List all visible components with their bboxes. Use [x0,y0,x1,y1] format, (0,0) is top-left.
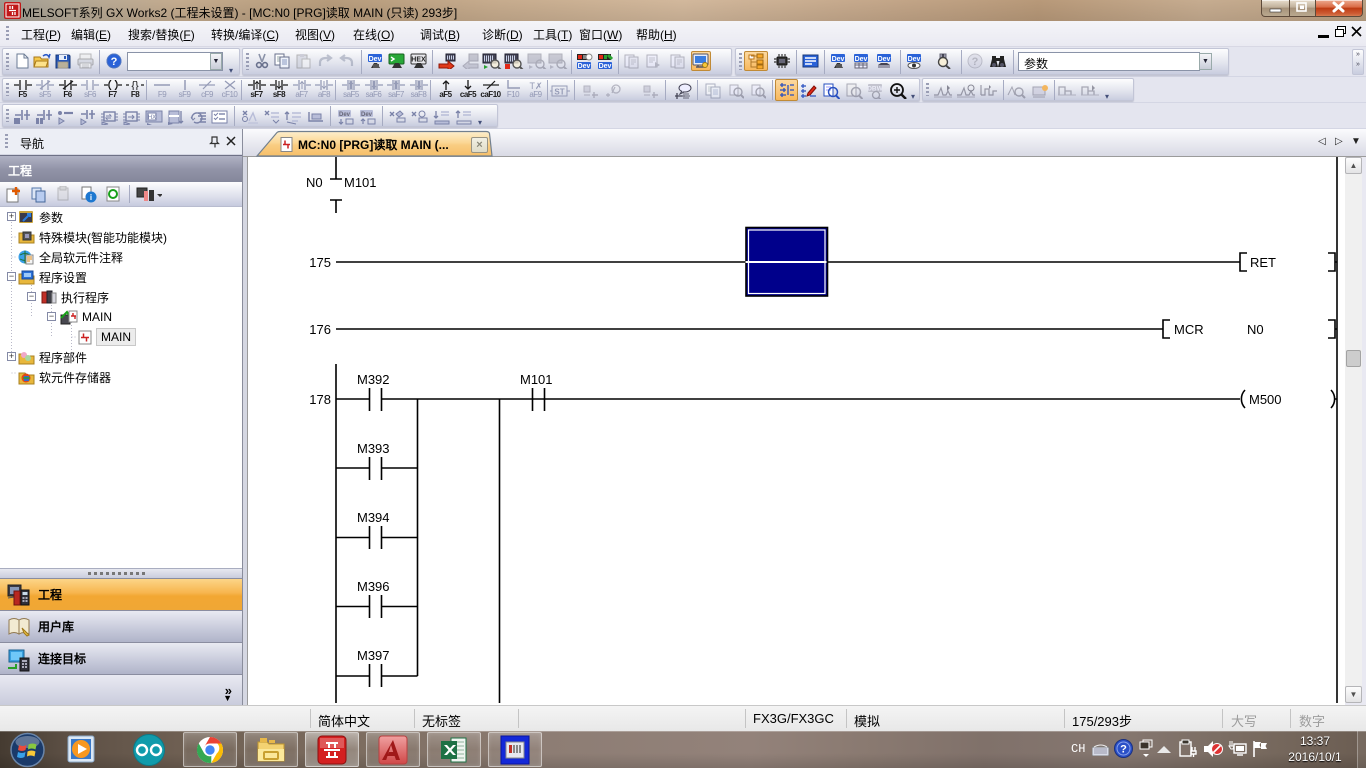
svg-text:M394: M394 [357,510,390,525]
svg-text:M101: M101 [520,372,553,387]
svg-text:Dev: Dev [599,63,612,69]
svg-text:HEX: HEX [411,57,426,64]
svg-text:M101: M101 [344,175,377,190]
svg-text:176: 176 [309,322,331,337]
svg-text:N0: N0 [306,175,323,190]
svg-text:175: 175 [309,255,331,270]
svg-text:ST: ST [554,88,564,97]
svg-text:M500: M500 [1249,392,1282,407]
svg-text:MCR: MCR [1174,322,1204,337]
svg-text:RET: RET [1250,255,1276,270]
svg-text:Dev: Dev [878,56,891,63]
svg-text:M392: M392 [357,372,390,387]
svg-text:Dev: Dev [578,63,591,69]
svg-text:Dev: Dev [361,112,373,118]
svg-text:{}: {} [131,80,139,90]
svg-text:HX: HX [148,115,156,121]
svg-text:i: i [90,193,92,202]
svg-text:Dev: Dev [832,56,845,63]
svg-text:?: ? [972,56,979,68]
svg-text:?: ? [111,56,118,68]
svg-text:M396: M396 [357,579,390,594]
svg-text:?: ? [1120,744,1127,756]
svg-text:N0: N0 [1247,322,1264,337]
svg-text:178: 178 [309,392,331,407]
svg-text:Dev: Dev [369,56,382,63]
svg-text:M397: M397 [357,648,390,663]
svg-text:Dev: Dev [908,56,921,63]
svg-text:M393: M393 [357,441,390,456]
svg-text:Dev: Dev [339,112,351,118]
svg-text:Dev: Dev [855,56,868,63]
svg-text:T✗: T✗ [529,81,542,90]
